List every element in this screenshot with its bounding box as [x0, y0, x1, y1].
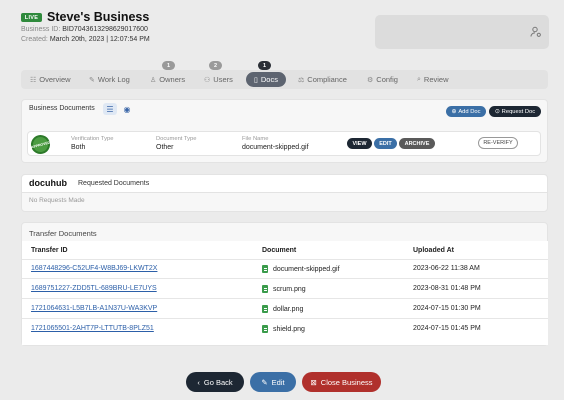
created-row: Created: March 20th, 2023 | 12:07:54 PM: [21, 36, 150, 43]
row-divider: [22, 298, 548, 299]
tab-label: Compliance: [307, 75, 347, 84]
file-icon: [262, 325, 268, 333]
transfer-documents-title: Transfer Documents: [29, 229, 97, 238]
business-name: Steve's Business: [47, 10, 150, 24]
uploaded-at-cell: 2023-06-22 11:38 AM: [413, 265, 480, 272]
edit-button[interactable]: ✎ Edit: [250, 372, 296, 392]
document-type-label: Document Type: [156, 136, 197, 142]
users-icon: ⚇: [204, 76, 211, 84]
file-name-value: document-skipped.gif: [242, 144, 309, 151]
reverify-button[interactable]: RE-VERIFY: [478, 137, 518, 149]
tab-label: Users: [213, 75, 233, 84]
tab-label: Docs: [260, 75, 278, 84]
business-id-row: Business ID: BID7043613298629017600: [21, 26, 148, 33]
tab-compliance[interactable]: ⚖ Compliance: [298, 70, 347, 89]
plus-icon: ⊕: [451, 108, 457, 115]
users-count-badge: 2: [209, 61, 222, 70]
document-name: document-skipped.gif: [273, 265, 340, 273]
tab-label: Owners: [159, 75, 186, 84]
eye-icon[interactable]: ◉: [121, 103, 133, 115]
document-name: scrum.png: [273, 285, 306, 293]
file-icon: [262, 305, 268, 313]
search-icon: ⌕: [417, 75, 421, 83]
header-divider: [22, 259, 548, 260]
edit-label: Edit: [271, 377, 285, 387]
business-id-value: BID7043613298629017600: [62, 26, 148, 33]
col-header-uploaded-at: Uploaded At: [413, 247, 454, 254]
tab-owners[interactable]: ♙ Owners: [150, 70, 185, 89]
business-id-label: Business ID:: [21, 26, 61, 33]
person-icon: ♙: [150, 76, 157, 84]
transfer-id-link[interactable]: 1721064631-L5B7LB-A1N37U-WA3KVP: [31, 305, 157, 312]
transfer-id-link[interactable]: 1689751227-ZDD5TL-689BRU-LE7UYS: [31, 285, 157, 292]
document-cell: document-skipped.gif: [262, 265, 340, 273]
tab-users[interactable]: ⚇ Users: [204, 70, 233, 89]
uploaded-at-cell: 2024-07-15 01:45 PM: [413, 325, 481, 332]
file-name-label: File Name: [242, 136, 269, 142]
go-back-button[interactable]: ‹ Go Back: [186, 372, 244, 392]
tab-overview[interactable]: ☷ Overview: [30, 70, 71, 89]
document-cell: shield.png: [262, 325, 305, 333]
go-back-label: Go Back: [203, 377, 233, 387]
tab-review[interactable]: ⌕ Review: [417, 70, 449, 89]
document-name: dollar.png: [273, 305, 304, 313]
tab-label: Config: [376, 75, 398, 84]
live-badge: LIVE: [21, 13, 42, 22]
gear-icon: ⚙: [367, 76, 374, 84]
document-cell: scrum.png: [262, 285, 306, 293]
created-value: March 20th, 2023 | 12:07:54 PM: [49, 36, 150, 43]
tab-label: Work Log: [97, 75, 130, 84]
file-icon: [262, 285, 268, 293]
close-business-button[interactable]: ⊠ Close Business: [302, 372, 381, 392]
list-view-icon[interactable]: ☰: [103, 103, 117, 115]
created-label: Created:: [21, 36, 48, 43]
request-doc-label: Request Doc: [501, 108, 536, 115]
grid-icon: ☷: [30, 76, 37, 84]
transfer-id-link[interactable]: 1721065501-2AHT7P-LTTUTB-8PLZ51: [31, 325, 154, 332]
edit-doc-button[interactable]: EDIT: [374, 138, 397, 149]
close-business-label: Close Business: [320, 377, 373, 387]
docs-count-badge: 1: [258, 61, 271, 70]
no-requests-text: No Requests Made: [29, 197, 85, 204]
compliance-icon: ⚖: [298, 76, 305, 84]
verification-type-value: Both: [71, 144, 86, 151]
tab-docs[interactable]: ▯ Docs: [246, 72, 286, 87]
document-type-value: Other: [156, 144, 174, 151]
request-doc-button[interactable]: ⊙ Request Doc: [489, 106, 541, 117]
request-icon: ⊙: [494, 108, 500, 115]
add-doc-label: Add Doc: [458, 108, 481, 115]
verification-type-label: Verification Type: [71, 136, 114, 142]
row-divider: [22, 318, 548, 319]
document-cell: dollar.png: [262, 305, 303, 313]
tab-label: Review: [423, 75, 449, 84]
add-doc-button[interactable]: ⊕ Add Doc: [446, 106, 486, 117]
requested-documents-title: Requested Documents: [78, 180, 150, 187]
user-settings-icon[interactable]: [530, 26, 542, 38]
owners-count-badge: 1: [162, 61, 175, 70]
tab-work-log[interactable]: ✎ Work Log: [89, 70, 130, 89]
tab-label: Overview: [39, 75, 71, 84]
col-header-transfer-id: Transfer ID: [31, 247, 68, 254]
uploaded-at-cell: 2024-07-15 01:30 PM: [413, 305, 481, 312]
file-icon: [262, 265, 268, 273]
col-header-document: Document: [262, 247, 297, 254]
business-documents-title: Business Documents: [29, 105, 95, 112]
document-name: shield.png: [273, 325, 305, 333]
pencil-icon: ✎: [261, 377, 268, 387]
close-box-icon: ⊠: [310, 377, 317, 387]
docuhub-logo: docuhub: [29, 178, 67, 188]
header-info-panel: [375, 15, 549, 49]
row-divider: [22, 278, 548, 279]
view-button[interactable]: VIEW: [347, 138, 372, 149]
document-icon: ▯: [254, 76, 258, 84]
wrench-icon: ✎: [89, 76, 95, 84]
transfer-id-link[interactable]: 1687448296-C52UF4-W8BJ69-LKWT2X: [31, 265, 157, 272]
tab-config[interactable]: ⚙ Config: [367, 70, 398, 89]
archive-button[interactable]: ARCHIVE: [399, 138, 435, 149]
chevron-left-icon: ‹: [197, 377, 200, 387]
uploaded-at-cell: 2023-08-31 01:48 PM: [413, 285, 481, 292]
